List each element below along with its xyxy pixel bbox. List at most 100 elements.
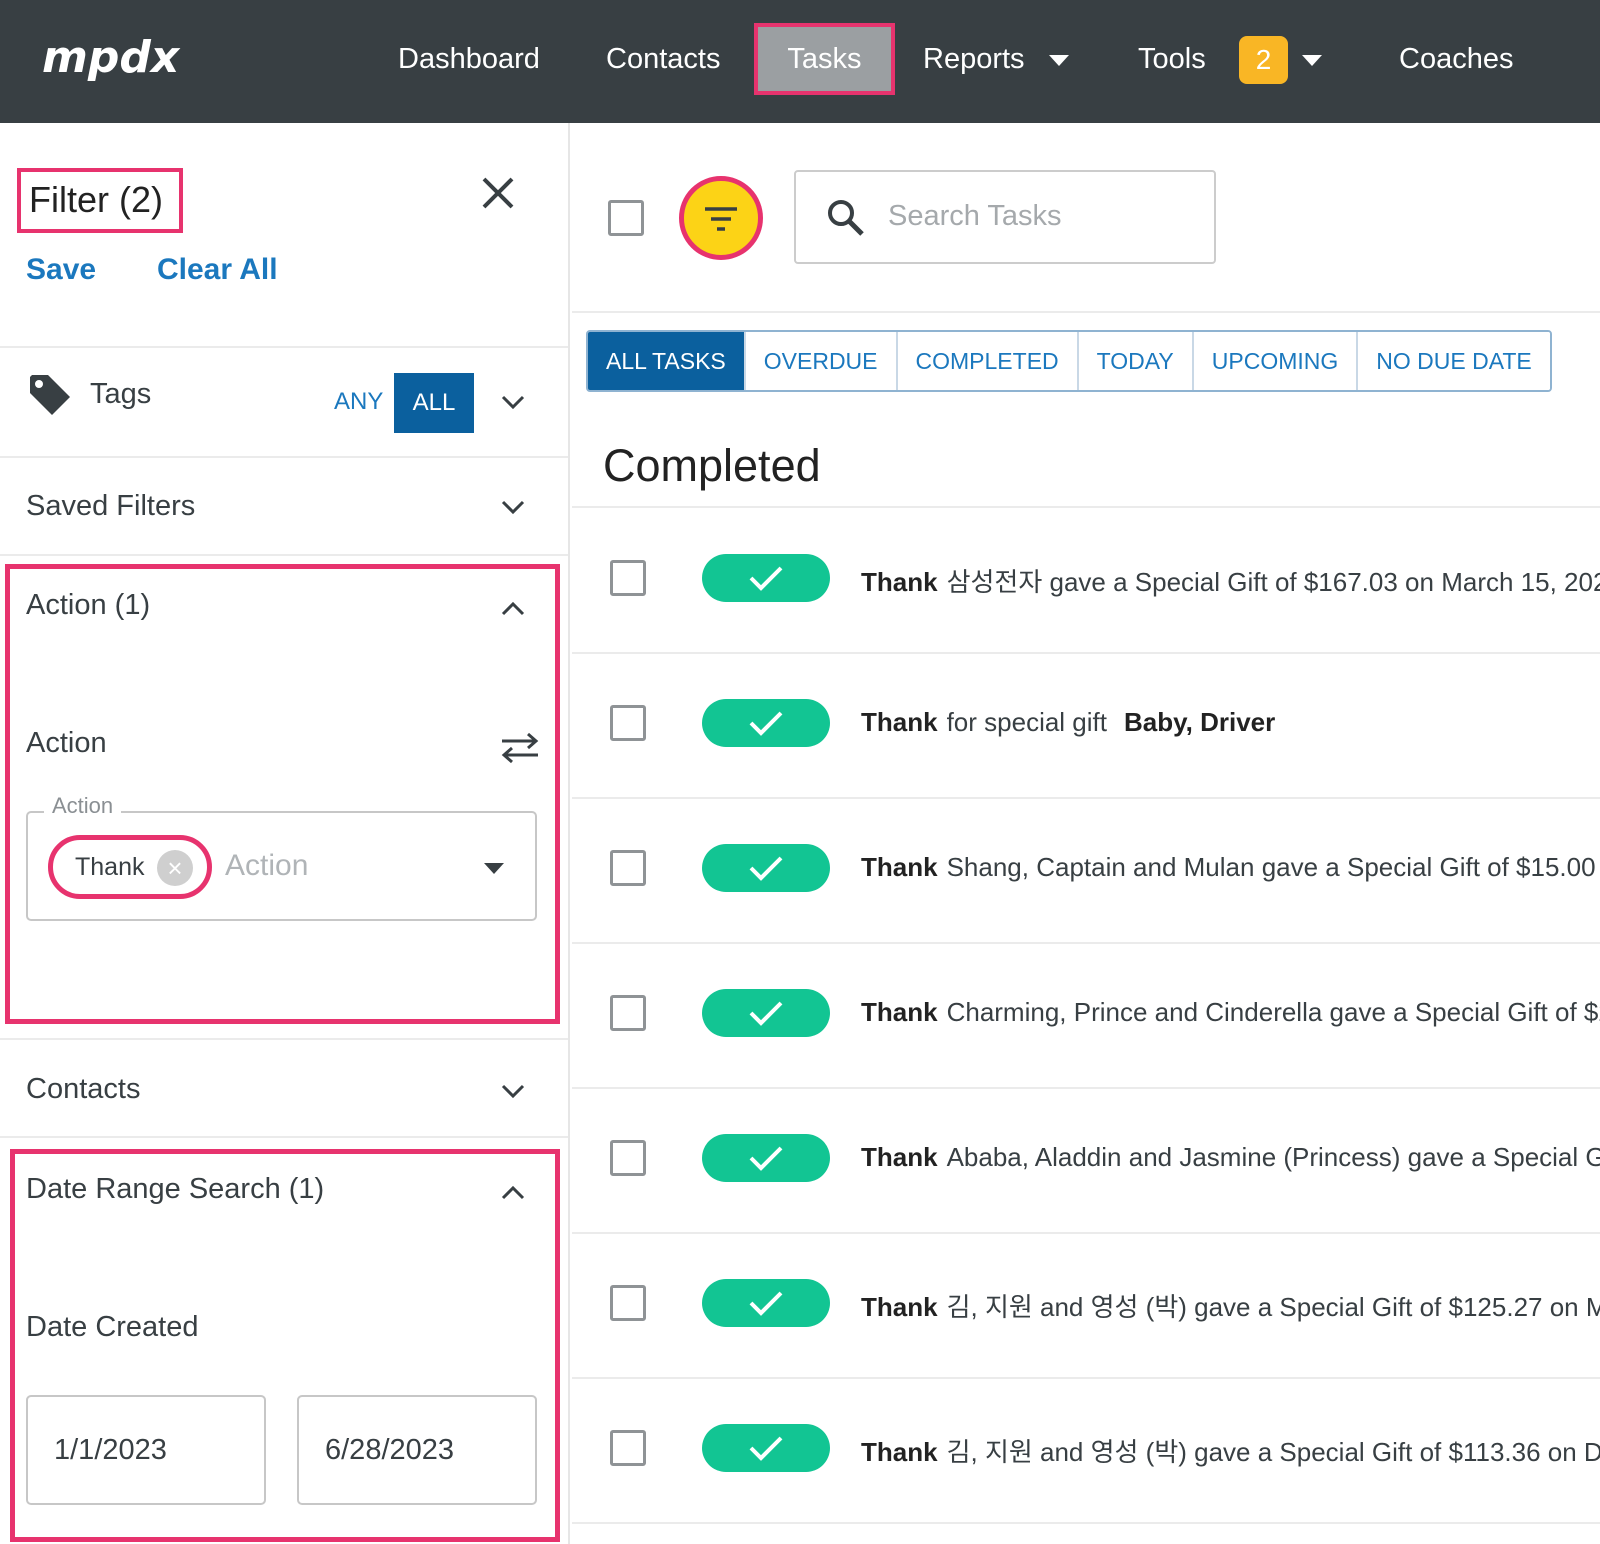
chip-remove-icon[interactable]: ×: [157, 850, 193, 886]
date-created-label: Date Created: [26, 1311, 199, 1343]
task-checkbox[interactable]: [610, 705, 646, 741]
task-complete-button[interactable]: [702, 554, 830, 602]
task-complete-button[interactable]: [702, 844, 830, 892]
nav-coaches[interactable]: Coaches: [1399, 36, 1513, 82]
action-placeholder[interactable]: Action: [225, 849, 308, 883]
task-filter-tabs: ALL TASKS OVERDUE COMPLETED TODAY UPCOMI…: [586, 330, 1552, 392]
task-complete-button[interactable]: [702, 989, 830, 1037]
task-checkbox[interactable]: [610, 1285, 646, 1321]
task-checkbox[interactable]: [610, 995, 646, 1031]
task-description[interactable]: Thank Ababa, Aladdin and Jasmine (Princes…: [861, 1142, 1600, 1173]
divider: [0, 456, 568, 458]
nav-contacts[interactable]: Contacts: [606, 36, 720, 82]
tags-all-toggle[interactable]: ALL: [394, 373, 474, 433]
search-tasks-field[interactable]: Search Tasks: [794, 170, 1216, 264]
task-action: Thank: [861, 997, 938, 1027]
nav-tools[interactable]: Tools: [1138, 36, 1206, 82]
date-start-input[interactable]: 1/1/2023: [26, 1395, 266, 1505]
task-description[interactable]: Thank Shang, Captain and Mulan gave a Spe…: [861, 852, 1600, 883]
date-end-input[interactable]: 6/28/2023: [297, 1395, 537, 1505]
task-action: Thank: [861, 1142, 938, 1172]
check-icon: [749, 566, 783, 591]
divider: [0, 1136, 568, 1138]
section-heading: Completed: [603, 440, 821, 491]
filter-sidebar: Filter (2) Save Clear All Tags ANY ALL S…: [0, 123, 570, 1544]
nav-tasks[interactable]: Tasks: [754, 23, 895, 95]
check-icon: [749, 711, 783, 736]
tags-any-toggle[interactable]: ANY: [334, 388, 383, 416]
saved-filters-label[interactable]: Saved Filters: [26, 490, 195, 523]
nav-dashboard[interactable]: Dashboard: [398, 36, 540, 82]
action-field-legend: Action: [44, 793, 122, 819]
action-chip-thank[interactable]: Thank ×: [48, 835, 212, 899]
task-complete-button[interactable]: [702, 699, 830, 747]
search-placeholder: Search Tasks: [888, 200, 1062, 232]
task-checkbox[interactable]: [610, 1140, 646, 1176]
contacts-chevron-down-icon[interactable]: [500, 1083, 526, 1099]
divider: [572, 506, 1600, 508]
tab-all-tasks[interactable]: ALL TASKS: [588, 332, 746, 390]
task-description[interactable]: Thank for special gift Baby, Driver: [861, 707, 1275, 738]
tools-notification-badge[interactable]: 2: [1239, 36, 1288, 84]
divider: [0, 554, 568, 556]
divider: [0, 346, 568, 348]
tab-overdue[interactable]: OVERDUE: [745, 332, 898, 390]
task-checkbox[interactable]: [610, 1430, 646, 1466]
check-icon: [749, 1291, 783, 1316]
task-complete-button[interactable]: [702, 1424, 830, 1472]
mpdx-logo[interactable]: mpdx: [40, 26, 210, 92]
contacts-filter-label[interactable]: Contacts: [26, 1073, 140, 1106]
saved-filters-chevron-down-icon[interactable]: [500, 499, 526, 515]
task-action: Thank: [861, 567, 938, 597]
filter-title: Filter (2): [17, 168, 183, 233]
divider: [572, 652, 1600, 654]
task-tags[interactable]: Baby, Driver: [1124, 707, 1275, 737]
save-filter-button[interactable]: Save: [26, 253, 96, 287]
tags-label: Tags: [90, 378, 152, 410]
filter-icon: [705, 207, 737, 231]
select-all-checkbox[interactable]: [608, 200, 644, 236]
tab-no-due-date[interactable]: NO DUE DATE: [1358, 332, 1550, 390]
task-action: Thank: [861, 852, 938, 882]
task-description[interactable]: Thank 김, 지원 and 영성 (박) gave a Special Gif…: [861, 1432, 1600, 1469]
action-label: Action: [26, 727, 107, 759]
search-icon: [828, 200, 864, 236]
task-subject: 김, 지원 and 영성 (박) gave a Special Gift of …: [946, 1292, 1600, 1322]
divider: [572, 1377, 1600, 1379]
task-checkbox[interactable]: [610, 850, 646, 886]
tools-caret-down-icon[interactable]: [1302, 55, 1322, 66]
tab-upcoming[interactable]: UPCOMING: [1193, 332, 1359, 390]
task-complete-button[interactable]: [702, 1134, 830, 1182]
task-action: Thank: [861, 1292, 938, 1322]
divider: [0, 1038, 568, 1040]
nav-reports[interactable]: Reports: [923, 36, 1069, 82]
task-description[interactable]: Thank 삼성전자 gave a Special Gift of $167.03…: [861, 562, 1600, 599]
date-range-section-header[interactable]: Date Range Search (1): [26, 1173, 324, 1206]
task-action: Thank: [861, 707, 938, 737]
task-checkbox[interactable]: [610, 560, 646, 596]
swap-icon[interactable]: [500, 731, 540, 765]
tags-chevron-down-icon[interactable]: [500, 394, 526, 410]
tab-today[interactable]: TODAY: [1078, 332, 1194, 390]
action-section-header[interactable]: Action (1): [26, 589, 150, 622]
close-icon[interactable]: [478, 173, 518, 213]
task-subject: for special gift: [946, 707, 1107, 737]
clear-all-button[interactable]: Clear All: [157, 253, 278, 287]
task-subject: 삼성전자 gave a Special Gift of $167.03 on M…: [946, 567, 1600, 597]
action-chevron-up-icon[interactable]: [500, 601, 526, 617]
logo-text: mpdx: [42, 32, 181, 83]
caret-down-icon: [1048, 54, 1069, 66]
check-icon: [749, 1146, 783, 1171]
tasks-main: Search Tasks ALL TASKS OVERDUE COMPLETED…: [572, 123, 1600, 1544]
tab-completed[interactable]: COMPLETED: [897, 332, 1079, 390]
task-description[interactable]: Thank 김, 지원 and 영성 (박) gave a Special Gif…: [861, 1287, 1600, 1324]
check-icon: [749, 1001, 783, 1026]
task-description[interactable]: Thank Charming, Prince and Cinderella gav…: [861, 997, 1600, 1028]
task-complete-button[interactable]: [702, 1279, 830, 1327]
task-action: Thank: [861, 1437, 938, 1467]
top-navigation: mpdx Dashboard Contacts Tasks Reports To…: [0, 0, 1600, 123]
divider: [572, 1522, 1600, 1524]
date-range-chevron-up-icon[interactable]: [500, 1185, 526, 1201]
action-caret-down-icon[interactable]: [484, 863, 504, 874]
filter-toggle-button[interactable]: [679, 176, 763, 260]
